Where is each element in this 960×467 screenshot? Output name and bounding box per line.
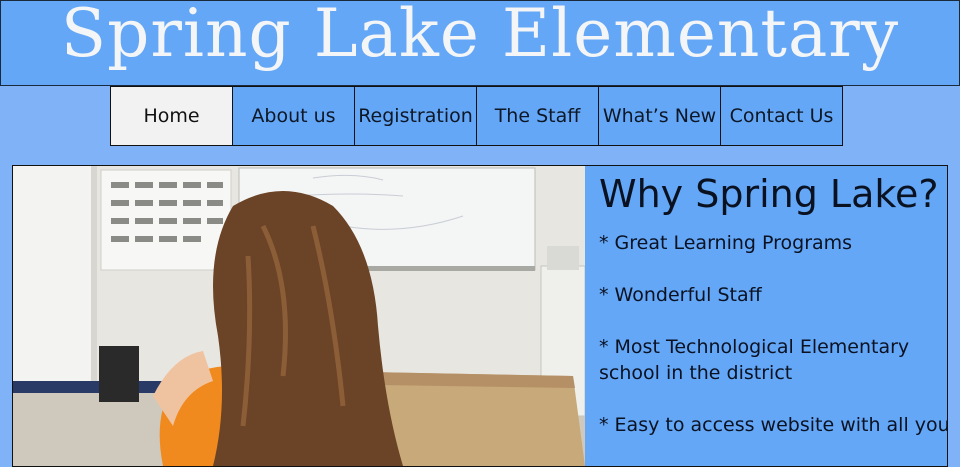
sidebar-point: * Most Technological Elementary bbox=[599, 336, 910, 358]
nav-item-contact-us[interactable]: Contact Us bbox=[721, 86, 843, 146]
sidebar-heading: Why Spring Lake? bbox=[599, 172, 939, 216]
nav-item-home[interactable]: Home bbox=[111, 86, 233, 146]
why-spring-lake-panel: Why Spring Lake? * Great Learning Progra… bbox=[587, 166, 947, 466]
classroom-photo-image bbox=[13, 166, 585, 466]
site-header: Spring Lake Elementary bbox=[0, 0, 960, 86]
main-content: Why Spring Lake? * Great Learning Progra… bbox=[12, 165, 948, 467]
main-nav: Home About us Registration The Staff Wha… bbox=[110, 86, 843, 146]
classroom-photo bbox=[13, 166, 585, 466]
sidebar-point: * Wonderful Staff bbox=[599, 284, 762, 306]
nav-item-the-staff[interactable]: The Staff bbox=[477, 86, 599, 146]
nav-item-about-us[interactable]: About us bbox=[233, 86, 355, 146]
nav-item-whats-new[interactable]: What’s New bbox=[599, 86, 721, 146]
sidebar-point-continued: school in the district bbox=[599, 362, 793, 384]
site-title: Spring Lake Elementary bbox=[60, 0, 900, 72]
nav-item-registration[interactable]: Registration bbox=[355, 86, 477, 146]
nav-bar: Home About us Registration The Staff Wha… bbox=[0, 86, 960, 166]
sidebar-point: * Easy to access website with all your bbox=[599, 414, 948, 436]
sidebar-point: * Great Learning Programs bbox=[599, 232, 853, 254]
